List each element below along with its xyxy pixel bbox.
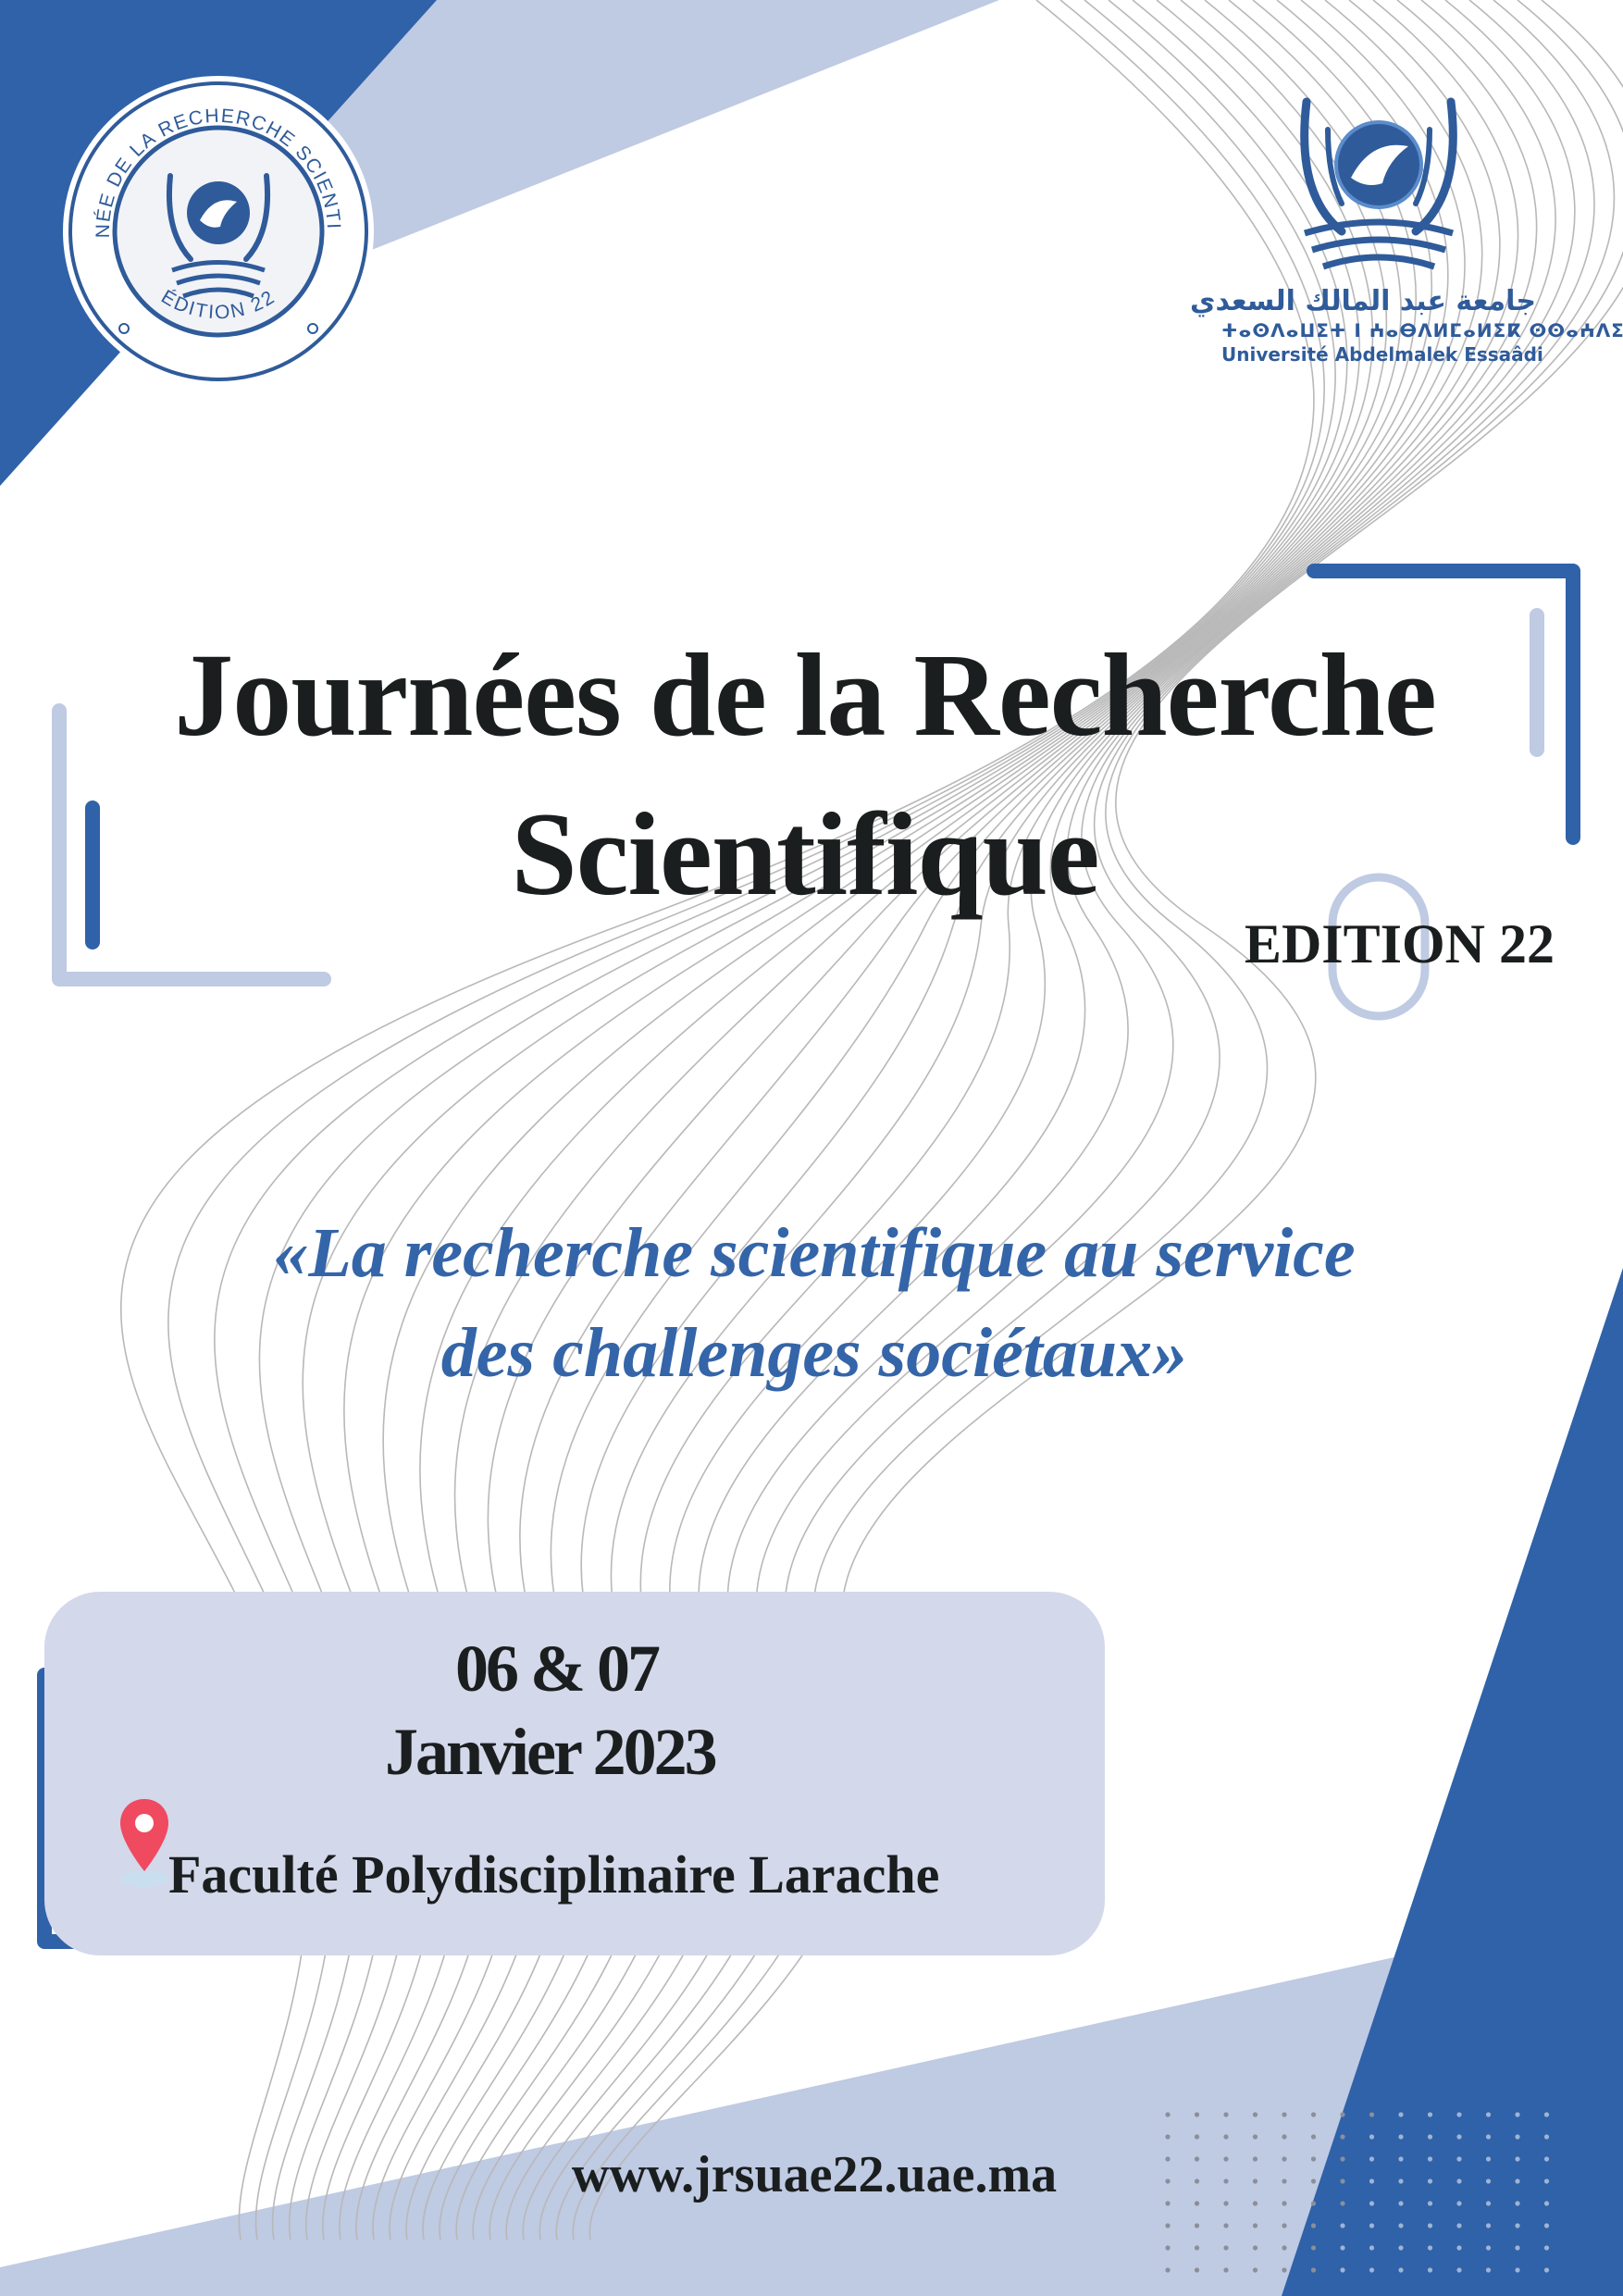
theme-line-2: des challenges sociétaux» <box>440 1314 1188 1392</box>
edition-seal: JOURNÉE DE LA RECHERCHE SCIENTIFIQUE ÉDI… <box>53 57 376 389</box>
title-line-1: Journées de la Recherche <box>174 629 1437 761</box>
university-logo: جامعة عبد المالك السعدي ⵜⴰⵙⴷⴰⵡⵉⵜ ⵏ ⵄⴰⴱⴷⵍ… <box>1190 93 1623 370</box>
map-pin-icon <box>120 1799 168 1887</box>
theme-line-1: «La recherche scientifique au service <box>273 1214 1356 1292</box>
university-name-french: Université Abdelmalek Essaâdi <box>1221 343 1543 366</box>
event-website-link[interactable]: www.jrsuae22.uae.ma <box>518 2145 1110 2204</box>
dove-globe-emblem-icon <box>1300 97 1457 270</box>
edition-label: EDITION 22 <box>1244 913 1555 974</box>
event-location: Faculté Polydisciplinaire Larache <box>168 1844 940 1905</box>
seal-svg: JOURNÉE DE LA RECHERCHE SCIENTIFIQUE ÉDI… <box>53 57 374 387</box>
title-line-2: Scientifique <box>511 788 1099 920</box>
event-info-box: 06 & 07 Janvier 2023 Faculté Polydiscipl… <box>44 1592 1105 1955</box>
event-title: Journées de la Recherche Scientifique <box>56 615 1555 934</box>
event-theme: «La recherche scientifique au service de… <box>56 1203 1573 1403</box>
event-dates-month: Janvier 2023 <box>385 1715 718 1789</box>
university-name-arabic: جامعة عبد المالك السعدي <box>1190 285 1536 317</box>
poster: JOURNÉE DE LA RECHERCHE SCIENTIFIQUE ÉDI… <box>0 0 1623 2296</box>
event-dates-days: 06 & 07 <box>455 1632 661 1706</box>
university-name-tifinagh: ⵜⴰⵙⴷⴰⵡⵉⵜ ⵏ ⵄⴰⴱⴷⵍⵎⴰⵍⵉⴽ ⵙⵙⴰⵄⴷⵉ <box>1221 319 1623 341</box>
